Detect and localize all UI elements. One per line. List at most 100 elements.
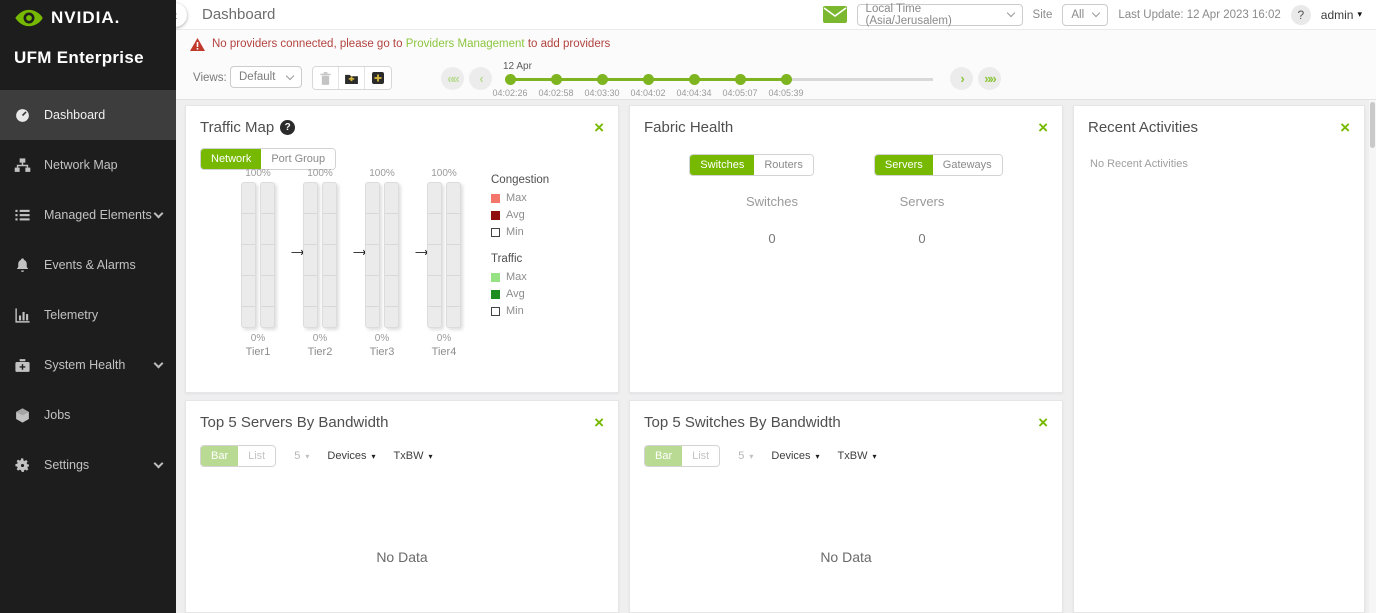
toggle-gateways[interactable]: Gateways <box>933 155 1002 175</box>
cube-icon <box>14 407 31 424</box>
tier-bar[interactable] <box>384 182 399 328</box>
tab-port-group[interactable]: Port Group <box>261 149 335 169</box>
timezone-select[interactable]: Local Time (Asia/Jerusalem) <box>857 4 1023 26</box>
metric-dropdown[interactable]: TxBW ▾ <box>838 450 877 462</box>
timeline-point[interactable] <box>597 74 608 85</box>
mail-icon[interactable] <box>823 6 847 23</box>
panel-title: Top 5 Switches By Bandwidth <box>644 414 841 431</box>
tab-network[interactable]: Network <box>201 149 261 169</box>
congestion-avg-swatch <box>491 211 500 220</box>
brand: NVIDIA. <box>0 0 176 28</box>
sidebar-item-label: Telemetry <box>44 308 98 322</box>
timeline-timestamp: 04:02:26 <box>487 88 533 98</box>
site-select[interactable]: All <box>1062 4 1108 26</box>
sidebar-item-managed-elements[interactable]: Managed Elements <box>0 190 176 240</box>
tier-group-2: 100% 0% Tier2 <box>303 168 337 358</box>
devices-dropdown[interactable]: Devices ▾ <box>327 450 375 462</box>
timeline-point[interactable] <box>689 74 700 85</box>
panel-title: Fabric Health <box>644 119 733 136</box>
delete-view-button[interactable] <box>313 67 339 89</box>
close-icon[interactable]: × <box>1038 414 1048 431</box>
timeline-fwd-button[interactable]: › <box>950 67 973 90</box>
top-bar: ‹ Dashboard Local Time (Asia/Jerusalem) … <box>176 0 1376 30</box>
add-widget-button[interactable] <box>365 67 391 89</box>
site-label: Site <box>1033 9 1053 21</box>
chevron-down-icon: ▾ <box>305 452 309 461</box>
toggle-switches[interactable]: Switches <box>690 155 754 175</box>
traffic-min-swatch <box>491 307 500 316</box>
close-icon[interactable]: × <box>1340 119 1350 136</box>
sidebar-item-label: Jobs <box>44 408 70 422</box>
toggle-servers[interactable]: Servers <box>875 155 933 175</box>
help-icon[interactable]: ? <box>280 120 295 135</box>
toggle-routers[interactable]: Routers <box>754 155 813 175</box>
no-data-text: No Data <box>186 549 618 565</box>
sidebar-item-network-map[interactable]: Network Map <box>0 140 176 190</box>
tier-bar[interactable] <box>427 182 442 328</box>
bar-list-toggle: Bar List <box>200 445 276 467</box>
view-select[interactable]: Default <box>230 66 302 88</box>
tier-bar[interactable] <box>241 182 256 328</box>
timeline-point[interactable] <box>643 74 654 85</box>
count-dropdown[interactable]: 5 ▾ <box>294 450 309 462</box>
sidebar-item-events-alarms[interactable]: Events & Alarms <box>0 240 176 290</box>
help-button[interactable]: ? <box>1291 5 1311 25</box>
sidebar: NVIDIA. UFM Enterprise Dashboard Network… <box>0 0 176 613</box>
toggle-list[interactable]: List <box>682 446 719 466</box>
sidebar-item-dashboard[interactable]: Dashboard <box>0 90 176 140</box>
timeline-track[interactable] <box>786 78 933 81</box>
user-menu[interactable]: admin ▾ <box>1321 8 1362 22</box>
main-content: Traffic Map ? × Network Port Group 100% … <box>176 100 1376 613</box>
timeline-point[interactable] <box>551 74 562 85</box>
warning-icon <box>190 38 205 51</box>
alert-prefix: No providers connected, please go to <box>212 38 403 50</box>
metric-dropdown[interactable]: TxBW ▾ <box>394 450 433 462</box>
count-value: 5 <box>738 450 744 462</box>
sidebar-item-settings[interactable]: Settings <box>0 440 176 490</box>
timeline-fast-back-button[interactable]: «« <box>441 67 464 90</box>
traffic-avg-swatch <box>491 290 500 299</box>
gauge-icon <box>14 107 31 124</box>
tier-bar[interactable] <box>446 182 461 328</box>
sidebar-item-jobs[interactable]: Jobs <box>0 390 176 440</box>
timeline-back-button[interactable]: ‹ <box>469 67 492 90</box>
timeline-timestamp: 04:02:58 <box>533 88 579 98</box>
chevron-down-icon <box>286 71 294 79</box>
timeline-timestamp: 04:04:34 <box>671 88 717 98</box>
timeline-point[interactable] <box>735 74 746 85</box>
traffic-max-swatch <box>491 273 500 282</box>
chart-icon <box>14 307 31 324</box>
scrollbar-thumb[interactable] <box>1370 102 1375 148</box>
tier-bar[interactable] <box>365 182 380 328</box>
timeline-timestamp: 04:05:07 <box>717 88 763 98</box>
timeline-point[interactable] <box>781 74 792 85</box>
alert-text: No providers connected, please go to Pro… <box>212 38 610 50</box>
devices-dropdown[interactable]: Devices ▾ <box>771 450 819 462</box>
save-view-button[interactable] <box>339 67 365 89</box>
timeline-date-label: 12 Apr <box>503 61 532 72</box>
switches-label: Switches <box>692 194 852 209</box>
toggle-bar[interactable]: Bar <box>201 446 238 466</box>
sidebar-item-telemetry[interactable]: Telemetry <box>0 290 176 340</box>
timeline-point[interactable] <box>505 74 516 85</box>
servers-gateways-toggle: Servers Gateways <box>874 154 1003 176</box>
views-toolbar: Views: Default «« ‹ 12 Apr <box>176 58 1376 100</box>
tier-group-3: 100% 0% Tier3 <box>365 168 399 358</box>
providers-management-link[interactable]: Providers Management <box>406 38 525 50</box>
toggle-list[interactable]: List <box>238 446 275 466</box>
timeline-fast-fwd-button[interactable]: »» <box>978 67 1001 90</box>
bell-icon <box>14 257 31 274</box>
tier-bar[interactable] <box>260 182 275 328</box>
sidebar-item-system-health[interactable]: System Health <box>0 340 176 390</box>
close-icon[interactable]: × <box>1038 119 1048 136</box>
tier-bar[interactable] <box>322 182 337 328</box>
chevron-down-icon <box>154 209 164 219</box>
tier-top-pct: 100% <box>427 168 461 179</box>
count-dropdown[interactable]: 5 ▾ <box>738 450 753 462</box>
site-value: All <box>1071 9 1084 21</box>
toggle-bar[interactable]: Bar <box>645 446 682 466</box>
scrollbar[interactable] <box>1369 100 1376 613</box>
tier-bar[interactable] <box>303 182 318 328</box>
close-icon[interactable]: × <box>594 414 604 431</box>
close-icon[interactable]: × <box>594 119 604 136</box>
